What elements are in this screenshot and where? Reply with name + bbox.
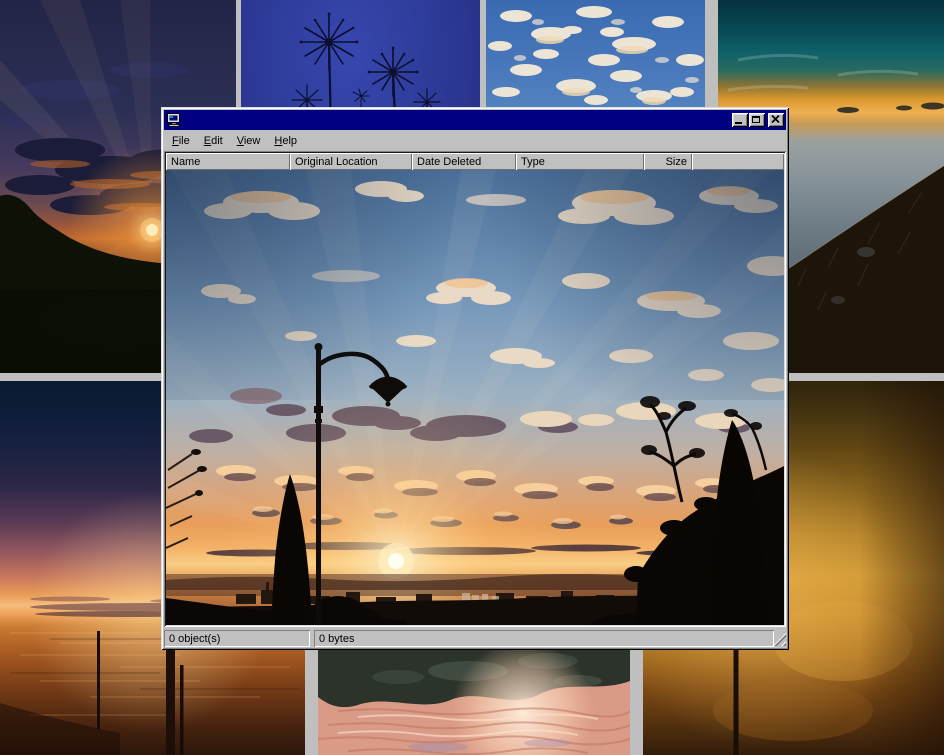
maximize-icon bbox=[752, 116, 760, 123]
column-header-row: Name Original Location Date Deleted Type… bbox=[166, 153, 784, 170]
maximize-button[interactable] bbox=[749, 113, 765, 127]
status-bar: 0 object(s) 0 bytes bbox=[164, 627, 786, 647]
close-button[interactable] bbox=[768, 113, 784, 127]
minimize-icon bbox=[735, 122, 742, 124]
close-icon bbox=[771, 115, 780, 123]
titlebar[interactable] bbox=[164, 110, 786, 130]
menu-item-view[interactable]: View bbox=[230, 133, 268, 149]
minimize-button[interactable] bbox=[732, 113, 748, 127]
desktop-wallpaper: File Edit View Help Name Original Locati… bbox=[0, 0, 944, 755]
resize-grip[interactable] bbox=[773, 633, 786, 646]
file-list-view: Name Original Location Date Deleted Type… bbox=[164, 151, 786, 627]
column-header-type[interactable]: Type bbox=[516, 153, 644, 170]
column-header-size[interactable]: Size bbox=[644, 153, 692, 170]
column-header-date-deleted[interactable]: Date Deleted bbox=[412, 153, 516, 170]
menu-item-file[interactable]: File bbox=[165, 133, 197, 149]
status-byte-count: 0 bytes bbox=[314, 630, 774, 647]
menubar: File Edit View Help bbox=[164, 130, 786, 151]
menu-item-help[interactable]: Help bbox=[267, 133, 304, 149]
column-header-blank[interactable] bbox=[692, 153, 784, 170]
column-header-original-location[interactable]: Original Location bbox=[290, 153, 412, 170]
computer-icon[interactable] bbox=[166, 112, 182, 128]
recycle-bin-window[interactable]: File Edit View Help Name Original Locati… bbox=[161, 107, 789, 650]
menu-item-edit[interactable]: Edit bbox=[197, 133, 230, 149]
sunset-lamp-photo bbox=[166, 170, 784, 625]
list-client-area[interactable] bbox=[166, 170, 784, 625]
column-header-name[interactable]: Name bbox=[166, 153, 290, 170]
status-object-count: 0 object(s) bbox=[164, 630, 310, 647]
